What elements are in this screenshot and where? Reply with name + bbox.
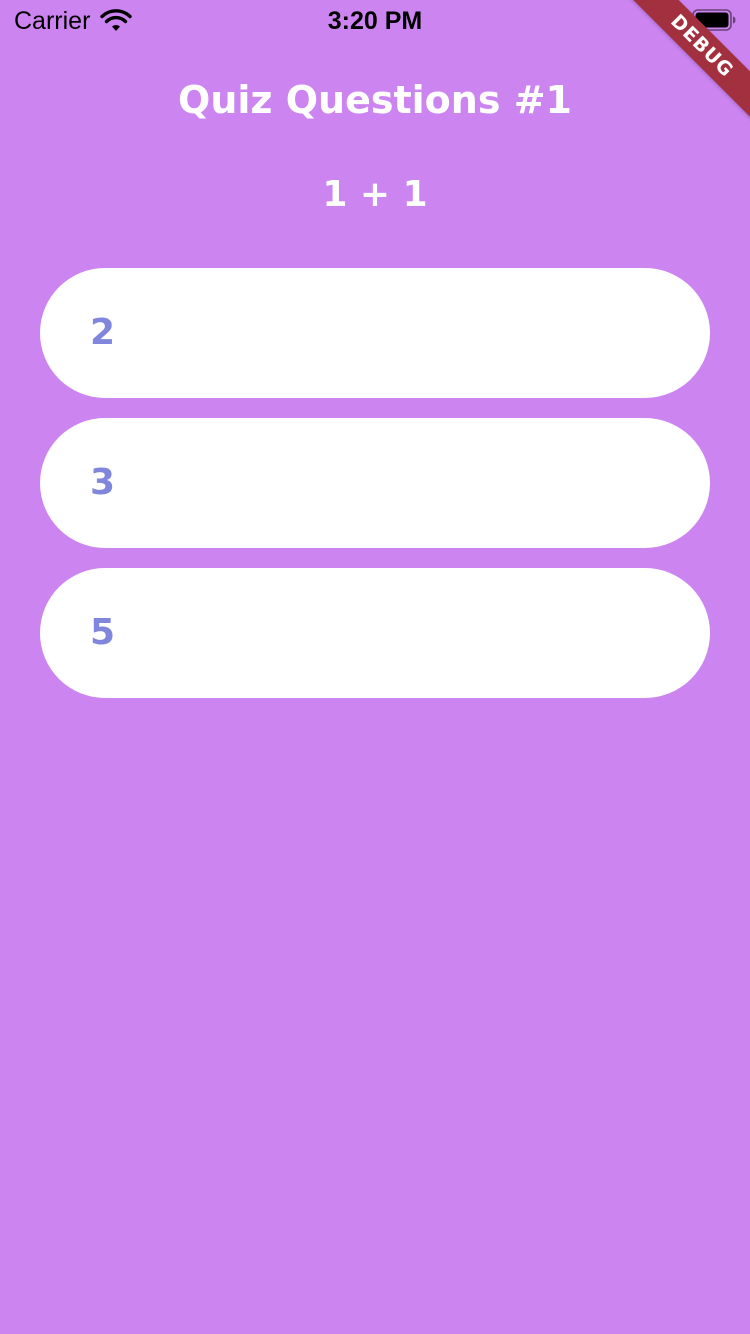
answer-label: 2 — [90, 312, 116, 353]
answer-label: 3 — [90, 462, 116, 503]
answer-list: 2 3 5 — [40, 268, 710, 718]
status-time: 3:20 PM — [327, 7, 423, 35]
battery-icon — [692, 9, 736, 31]
status-bar: Carrier 3:20 PM — [0, 0, 750, 40]
answer-button-2[interactable]: 3 — [40, 418, 710, 548]
question-text: 1 + 1 — [322, 174, 428, 215]
answer-label: 5 — [90, 612, 116, 653]
answer-button-3[interactable]: 5 — [40, 568, 710, 698]
answer-button-1[interactable]: 2 — [40, 268, 710, 398]
page-title: Quiz Questions #1 — [178, 78, 572, 122]
